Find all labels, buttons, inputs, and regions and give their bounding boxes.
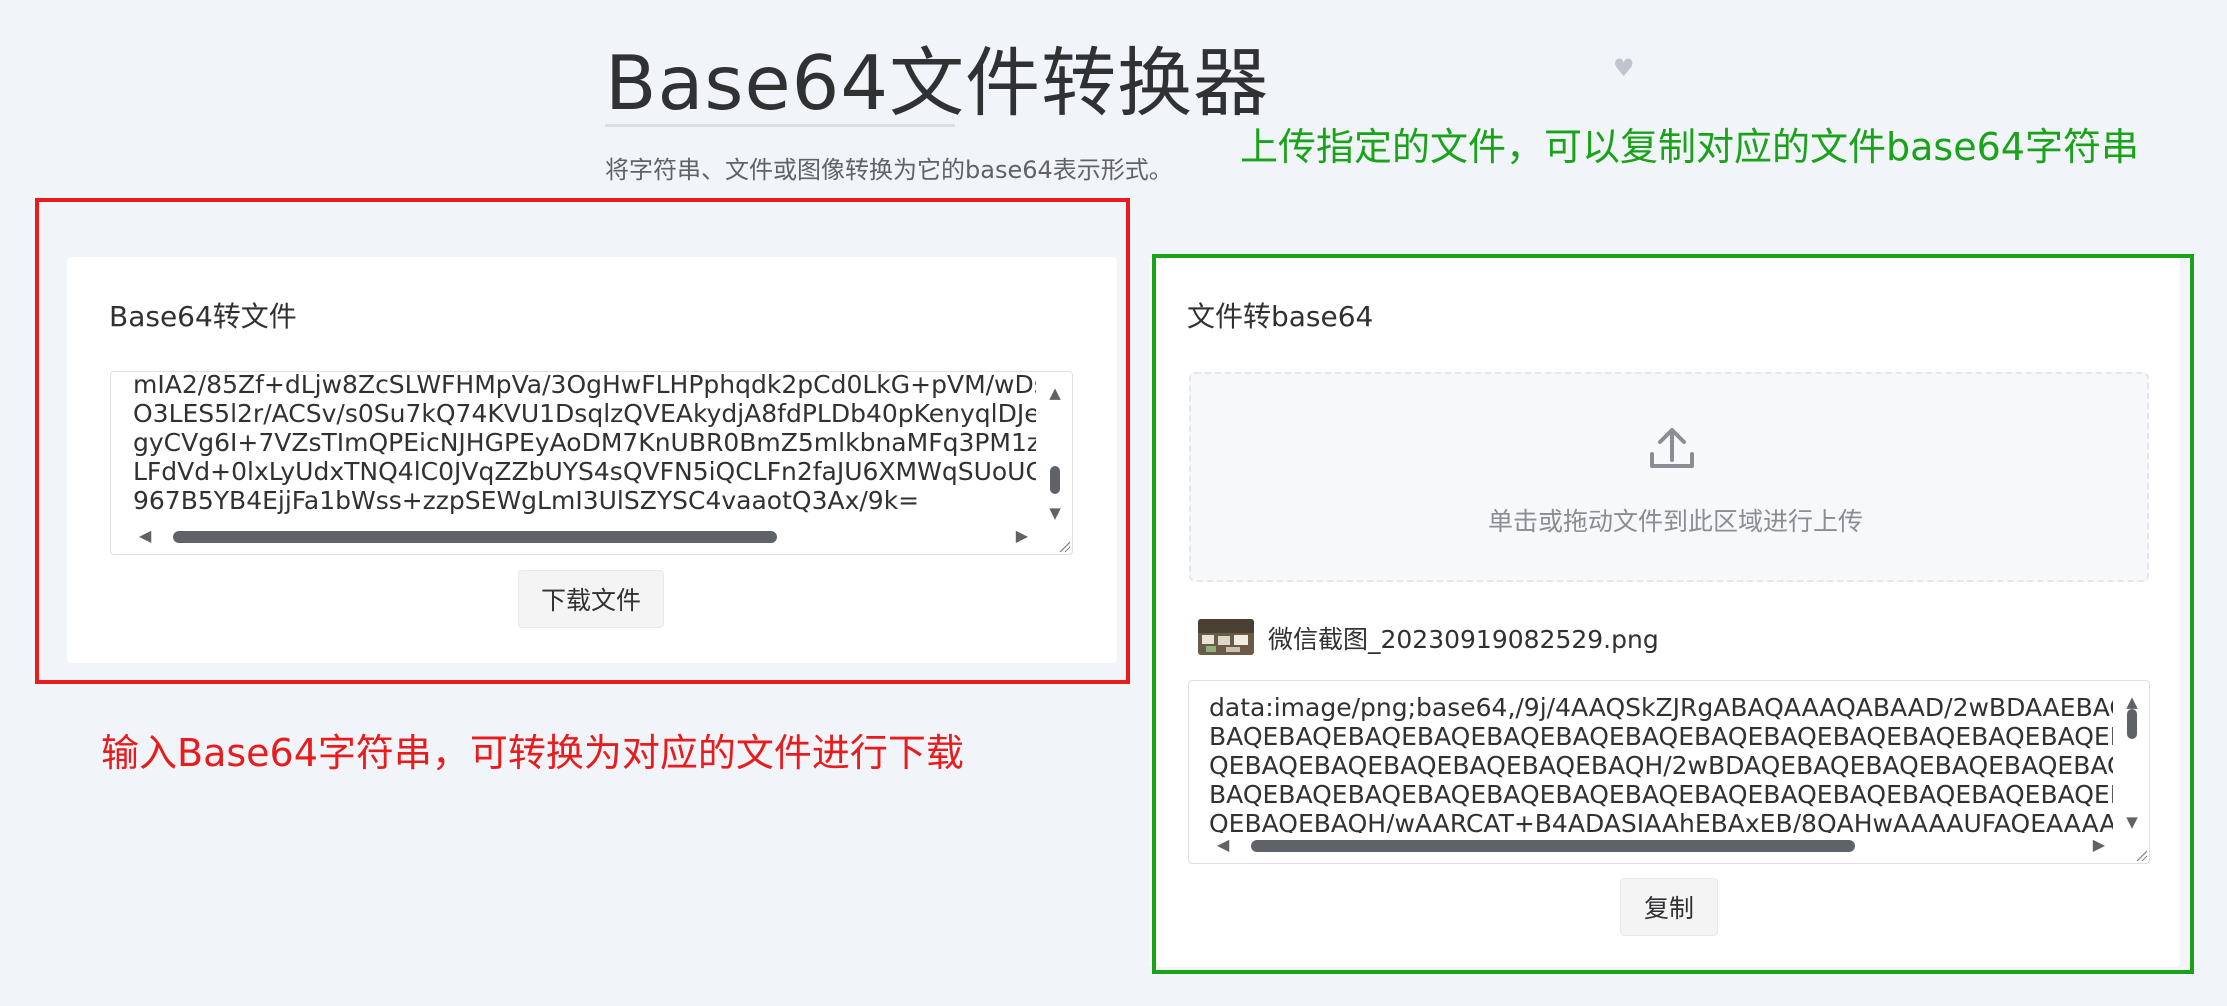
title-underline bbox=[605, 124, 955, 127]
page-subtitle: 将字符串、文件或图像转换为它的base64表示形式。 bbox=[605, 156, 1173, 184]
left-annotation-box bbox=[35, 198, 1130, 684]
right-annotation-box bbox=[1152, 254, 2194, 974]
right-annotation-note: 上传指定的文件，可以复制对应的文件base64字符串 bbox=[1240, 125, 2139, 169]
page-title: Base64文件转换器 bbox=[605, 39, 1270, 127]
heart-icon[interactable]: ♥ bbox=[1613, 54, 1635, 82]
left-annotation-note: 输入Base64字符串，可转换为对应的文件进行下载 bbox=[101, 731, 964, 775]
